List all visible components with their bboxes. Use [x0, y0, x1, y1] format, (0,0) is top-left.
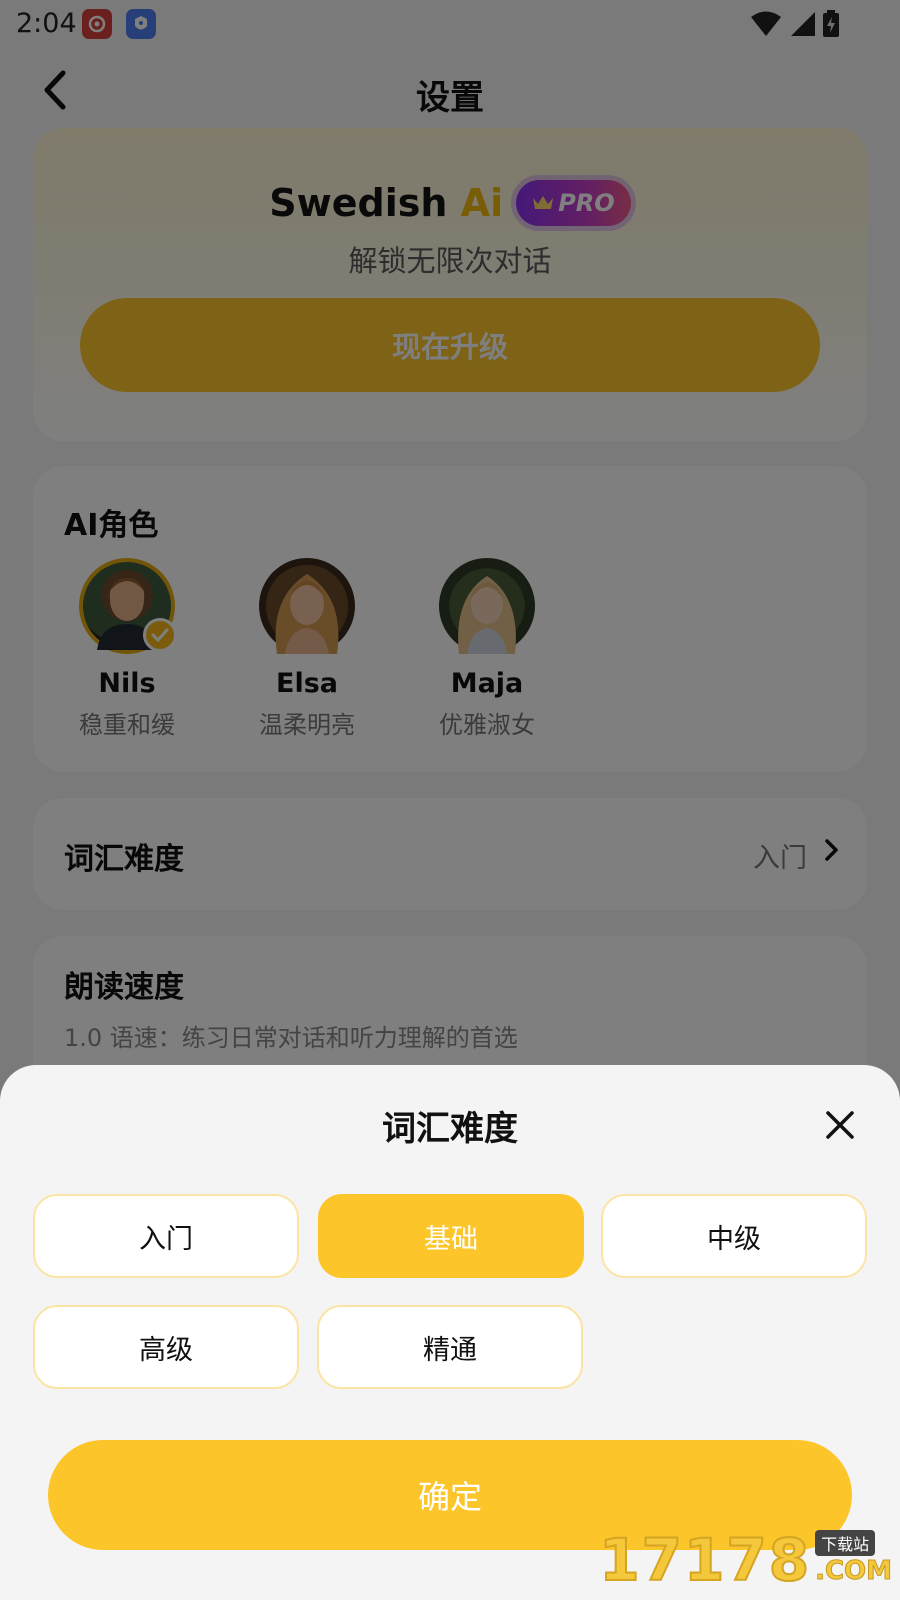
vocab-difficulty-sheet: 词汇难度 入门 基础 中级 高级 精通 确定 — [0, 1065, 900, 1600]
close-icon — [826, 1111, 854, 1139]
option-beginner[interactable]: 入门 — [33, 1194, 299, 1278]
option-advanced[interactable]: 高级 — [33, 1305, 299, 1389]
close-button[interactable] — [820, 1105, 860, 1145]
option-proficient[interactable]: 精通 — [317, 1305, 583, 1389]
sheet-title: 词汇难度 — [382, 1109, 518, 1149]
watermark-cn: 下载站 — [815, 1530, 876, 1556]
option-intermediate[interactable]: 中级 — [601, 1194, 867, 1278]
watermark-digits: 17178 — [598, 1525, 812, 1595]
option-basic[interactable]: 基础 — [318, 1194, 584, 1278]
watermark-com: .COM — [815, 1556, 893, 1587]
watermark-logo: 17178 下载站 .COM — [598, 1525, 893, 1595]
watermark-suffix-group: 下载站 .COM — [815, 1530, 893, 1587]
